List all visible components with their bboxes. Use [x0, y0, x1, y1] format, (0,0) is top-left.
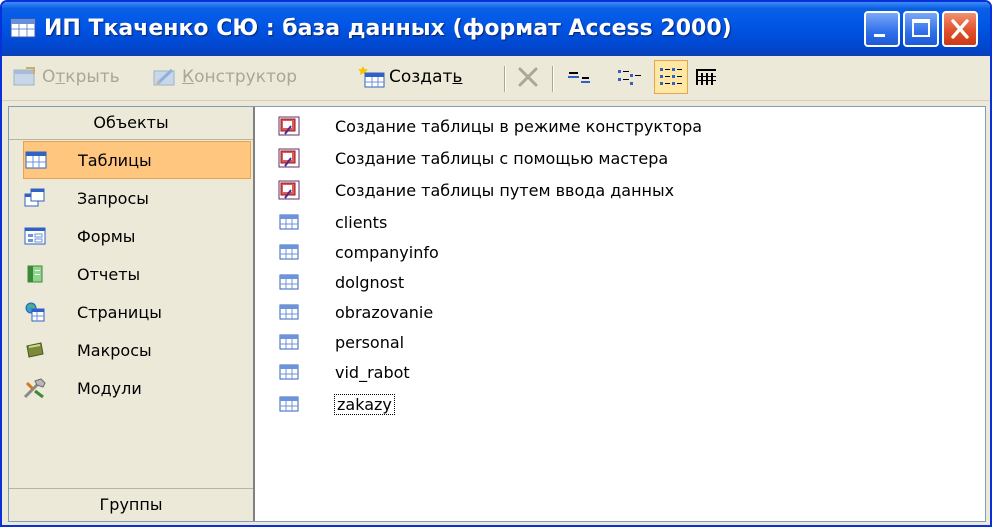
small-icons-icon — [618, 70, 641, 85]
create-shortcut-icon — [277, 115, 301, 137]
design-button[interactable]: Конструктор — [152, 62, 297, 92]
database-content: Объекты Таблицы Запросы Формы Отчеты Стр… — [8, 106, 986, 522]
toolbar-separator — [552, 66, 554, 92]
list-item[interactable]: companyinfo — [277, 237, 439, 267]
list-item-label: Создание таблицы в режиме конструктора — [335, 116, 703, 136]
create-label-accel: ь — [452, 67, 463, 87]
list-view-icon — [660, 68, 682, 85]
design-label-accel: К — [182, 67, 195, 87]
table-icon — [277, 301, 301, 323]
create-shortcut-icon — [277, 147, 301, 169]
object-item-label: Запросы — [77, 188, 149, 208]
close-button[interactable] — [942, 11, 978, 47]
report-icon — [23, 262, 47, 286]
object-item-label: Таблицы — [78, 150, 152, 170]
design-label-part: онструктор — [194, 67, 298, 87]
object-item-label: Модули — [77, 378, 142, 398]
delete-icon — [518, 67, 538, 87]
list-item[interactable]: Создание таблицы путем ввода данных — [277, 175, 674, 205]
table-icon — [277, 393, 301, 415]
list-item[interactable]: dolgnost — [277, 267, 404, 297]
large-icons-icon — [568, 72, 590, 83]
list-item[interactable]: obrazovanie — [277, 297, 433, 327]
open-label-part: крыть — [65, 67, 120, 87]
create-label-part: Создат — [389, 67, 453, 87]
table-icon — [24, 148, 48, 172]
object-item-macros[interactable]: Макросы — [23, 331, 251, 369]
objects-header[interactable]: Объекты — [9, 107, 253, 140]
close-icon — [951, 19, 969, 39]
minimize-button[interactable] — [864, 11, 900, 47]
list-item[interactable]: Создание таблицы с помощью мастера — [277, 143, 668, 173]
create-button[interactable]: Создать — [358, 62, 462, 92]
list-item-label: zakazy — [334, 393, 395, 415]
open-label-part: О — [42, 67, 56, 87]
list-item-label: dolgnost — [335, 272, 405, 292]
delete-button[interactable] — [514, 62, 542, 92]
table-icon — [277, 241, 301, 263]
list-item[interactable]: zakazy — [277, 389, 395, 419]
object-item-label: Отчеты — [77, 264, 141, 284]
table-icon — [277, 211, 301, 233]
large-icons-button[interactable] — [564, 62, 594, 92]
minimize-icon — [874, 34, 885, 37]
query-icon — [23, 186, 47, 210]
maximize-icon — [912, 19, 930, 37]
list-item-label: companyinfo — [335, 242, 439, 262]
module-icon — [23, 376, 47, 400]
object-item-tables[interactable]: Таблицы — [23, 141, 251, 179]
list-item[interactable]: vid_rabot — [277, 357, 410, 387]
object-item-label: Страницы — [77, 302, 162, 322]
object-item-pages[interactable]: Страницы — [23, 293, 251, 331]
maximize-button[interactable] — [903, 11, 939, 47]
list-item-label: obrazovanie — [335, 302, 434, 322]
table-icon — [277, 271, 301, 293]
object-item-label: Макросы — [77, 340, 152, 360]
small-icons-button[interactable] — [614, 62, 644, 92]
form-icon — [23, 224, 47, 248]
toolbar: Открыть Конструктор Создать — [2, 56, 990, 101]
list-item[interactable]: clients — [277, 207, 387, 237]
database-window-icon[interactable] — [10, 16, 38, 40]
page-icon — [23, 300, 47, 324]
list-item-label: vid_rabot — [335, 362, 410, 382]
table-icon — [277, 331, 301, 353]
object-list: Создание таблицы в режиме конструктора С… — [265, 107, 985, 521]
window-title: ИП Ткаченко СЮ : база данных (формат Acc… — [44, 16, 732, 41]
object-item-label: Формы — [77, 226, 136, 246]
object-item-reports[interactable]: Отчеты — [23, 255, 251, 293]
details-view-icon — [696, 69, 716, 85]
table-icon — [277, 361, 301, 383]
list-item-label: Создание таблицы с помощью мастера — [335, 148, 669, 168]
open-icon — [13, 67, 35, 86]
macro-icon — [23, 338, 47, 362]
title-bar[interactable]: ИП Ткаченко СЮ : база данных (формат Acc… — [2, 2, 990, 56]
object-item-forms[interactable]: Формы — [23, 217, 251, 255]
objects-bar: Объекты Таблицы Запросы Формы Отчеты Стр… — [9, 107, 255, 521]
groups-header[interactable]: Группы — [9, 488, 253, 521]
list-item-label: personal — [335, 332, 405, 352]
create-shortcut-icon — [277, 179, 301, 201]
list-item[interactable]: Создание таблицы в режиме конструктора — [277, 111, 702, 141]
details-view-button[interactable] — [692, 62, 720, 92]
object-item-modules[interactable]: Модули — [23, 369, 251, 407]
list-view-button[interactable] — [654, 60, 688, 94]
open-button[interactable]: Открыть — [12, 62, 120, 92]
toolbar-separator — [504, 66, 506, 92]
list-item[interactable]: personal — [277, 327, 404, 357]
list-item-label: clients — [335, 212, 388, 232]
list-item-label: Создание таблицы путем ввода данных — [335, 180, 675, 200]
open-label-accel: т — [55, 67, 66, 87]
new-object-icon — [358, 66, 385, 88]
object-item-queries[interactable]: Запросы — [23, 179, 251, 217]
database-window: ИП Ткаченко СЮ : база данных (формат Acc… — [0, 0, 992, 527]
design-icon — [153, 68, 175, 86]
